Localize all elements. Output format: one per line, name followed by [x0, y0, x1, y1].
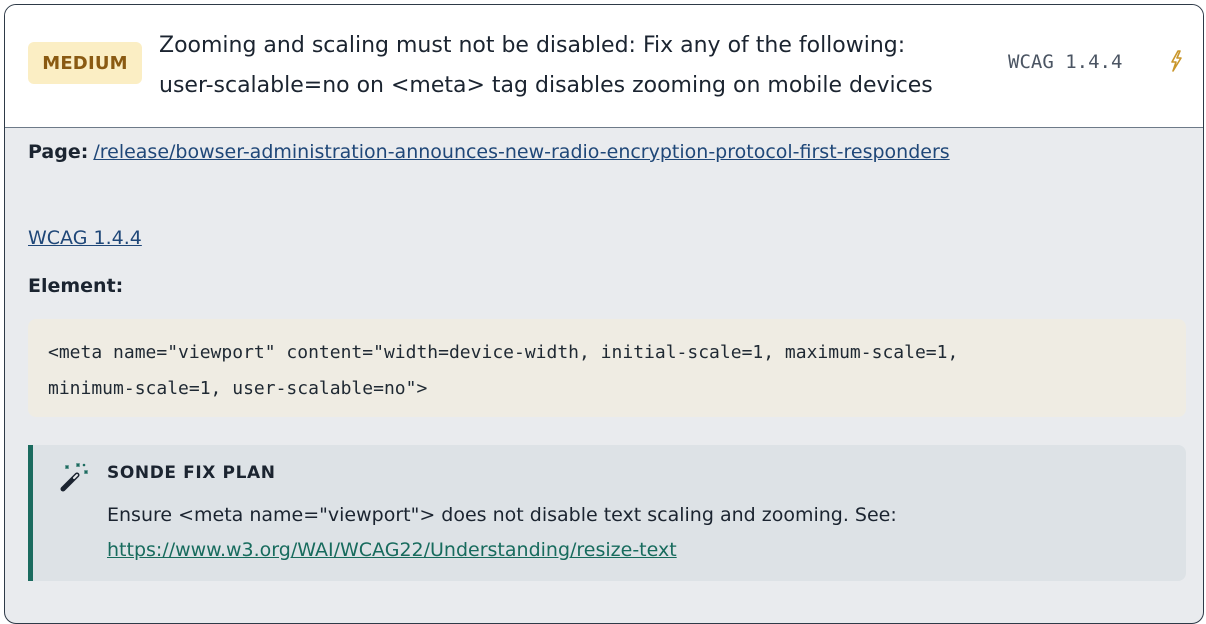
page-row: Page:/release/bowser-administration-anno…	[28, 141, 950, 163]
element-code-block: <meta name="viewport" content="width=dev…	[28, 319, 1186, 417]
issue-title-line1: Zooming and scaling must not be disabled…	[159, 33, 906, 58]
fix-plan-link[interactable]: https://www.w3.org/WAI/WCAG22/Understand…	[107, 539, 677, 561]
element-label: Element:	[28, 275, 124, 297]
page-label: Page:	[28, 141, 89, 163]
fix-plan-title: SONDE FIX PLAN	[107, 463, 276, 483]
issue-title: Zooming and scaling must not be disabled…	[159, 26, 959, 106]
issue-header[interactable]: MEDIUM Zooming and scaling must not be d…	[5, 5, 1203, 128]
bolt-icon[interactable]	[1166, 49, 1186, 73]
fix-plan-description: Ensure <meta name="viewport"> does not d…	[107, 504, 897, 526]
severity-badge: MEDIUM	[28, 42, 142, 84]
fix-plan-panel: SONDE FIX PLAN Ensure <meta name="viewpo…	[28, 445, 1186, 581]
wcag-criterion-code: WCAG 1.4.4	[1008, 51, 1123, 73]
issue-title-line2: user-scalable=no on <meta> tag disables …	[159, 73, 933, 98]
magic-wand-icon	[60, 463, 88, 492]
wcag-link[interactable]: WCAG 1.4.4	[28, 227, 142, 249]
page-url-link[interactable]: /release/bowser-administration-announces…	[93, 141, 949, 163]
fix-plan-text: Ensure <meta name="viewport"> does not d…	[107, 498, 1167, 568]
issue-card: MEDIUM Zooming and scaling must not be d…	[4, 4, 1204, 624]
